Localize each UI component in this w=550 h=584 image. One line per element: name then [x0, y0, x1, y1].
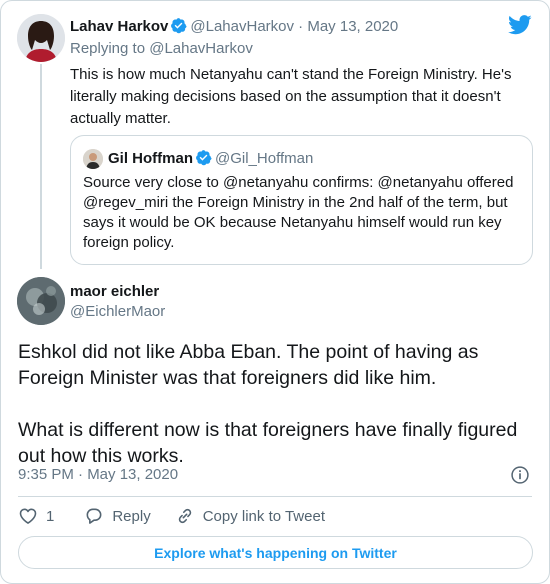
thread-connector-line: [40, 64, 42, 269]
action-bar: 1 Reply Copy link to Tweet: [18, 506, 325, 526]
main-author-name[interactable]: maor eichler: [70, 283, 159, 300]
avatar-gil-hoffman: [83, 149, 103, 169]
reply-button[interactable]: Reply: [84, 506, 151, 526]
copy-link-label: Copy link to Tweet: [202, 507, 325, 525]
parent-tweet-header: Lahav Harkov @LahavHarkov · May 13, 2020: [70, 17, 398, 35]
parent-author-handle[interactable]: @LahavHarkov: [190, 18, 294, 35]
info-icon[interactable]: [510, 465, 530, 485]
main-tweet-text: Eshkol did not like Abba Eban. The point…: [18, 341, 518, 467]
quoted-author-name: Gil Hoffman: [108, 150, 193, 167]
verified-badge-icon: [171, 18, 187, 34]
parent-tweet-text: This is how much Netanyahu can't stand t…: [70, 66, 512, 127]
reply-icon: [86, 508, 102, 524]
verified-badge-icon: [196, 150, 212, 166]
heart-icon: [19, 508, 37, 524]
quoted-tweet[interactable]: Gil Hoffman @Gil_Hoffman Source very clos…: [70, 135, 533, 265]
quoted-tweet-header: Gil Hoffman @Gil_Hoffman: [108, 149, 313, 167]
quoted-author-handle: @Gil_Hoffman: [215, 150, 314, 167]
reply-label: Reply: [112, 507, 151, 525]
embedded-tweet-card: Lahav Harkov @LahavHarkov · May 13, 2020 …: [0, 0, 550, 584]
link-icon: [178, 508, 191, 524]
like-button[interactable]: 1: [18, 506, 54, 526]
copy-link-button[interactable]: Copy link to Tweet: [175, 506, 325, 526]
parent-tweet-date[interactable]: May 13, 2020: [307, 18, 398, 35]
avatar-maor-eichler[interactable]: [17, 277, 65, 325]
main-author-handle[interactable]: @EichlerMaor: [70, 303, 165, 320]
replying-to-label[interactable]: Replying to @LahavHarkov: [70, 40, 253, 57]
divider: [18, 496, 532, 497]
explore-twitter-button[interactable]: Explore what's happening on Twitter: [18, 536, 533, 569]
twitter-bird-icon[interactable]: [508, 15, 532, 35]
like-count: 1: [46, 507, 55, 525]
avatar-lahav-harkov[interactable]: [17, 14, 65, 62]
dot-separator: ·: [298, 18, 304, 35]
parent-author-name[interactable]: Lahav Harkov: [70, 18, 168, 35]
tweet-timestamp[interactable]: 9:35 PM · May 13, 2020: [18, 466, 178, 483]
quoted-tweet-text: Source very close to @netanyahu confirms…: [83, 174, 514, 251]
